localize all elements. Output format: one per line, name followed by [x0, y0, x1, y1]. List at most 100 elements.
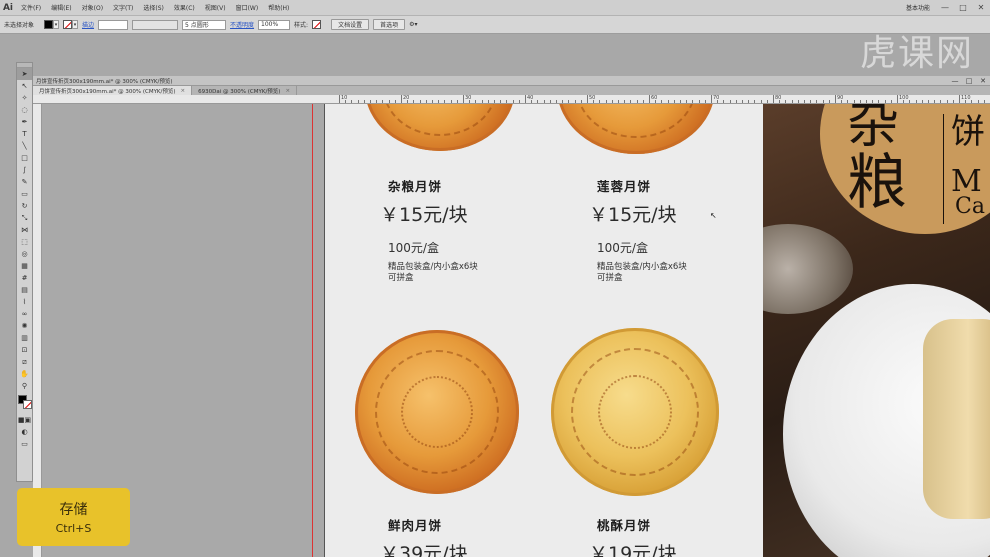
pencil-tool-icon[interactable]: ✎ [17, 176, 32, 188]
pen-tool-icon[interactable]: ✒ [17, 116, 32, 128]
magic-wand-tool-icon[interactable]: ✧ [17, 92, 32, 104]
ruler-minor-tick [636, 100, 638, 103]
selection-tool-icon[interactable]: ➤ [17, 68, 32, 80]
close-icon[interactable]: ✕ [972, 0, 990, 16]
restore-icon[interactable]: □ [962, 77, 976, 85]
product-card[interactable]: 莲蓉月饼 ￥15元/块 100元/盒 精品包装盒/内小盒x6块 可拼盒 [589, 176, 687, 284]
shape-builder-tool-icon[interactable]: ◎ [17, 248, 32, 260]
preferences-button[interactable]: 首选项 [373, 19, 406, 30]
type-tool-icon[interactable]: T [17, 128, 32, 140]
free-transform-tool-icon[interactable]: ⬚ [17, 236, 32, 248]
mooncake-image[interactable] [551, 328, 719, 496]
stroke-swatch[interactable] [63, 20, 73, 29]
zoom-tool-icon[interactable]: ⚲ [17, 380, 32, 392]
ruler-minor-tick [903, 100, 905, 103]
lasso-tool-icon[interactable]: ◌ [17, 104, 32, 116]
paintbrush-tool-icon[interactable]: ∫ [17, 164, 32, 176]
maximize-icon[interactable]: □ [954, 0, 972, 16]
document-setup-button[interactable]: 文档设置 [331, 19, 370, 30]
ruler-minor-tick [686, 100, 688, 103]
gradient-tool-icon[interactable]: ▤ [17, 284, 32, 296]
mooncake-image[interactable] [557, 104, 715, 154]
menu-view[interactable]: 视图(V) [200, 3, 231, 12]
graphic-style-swatch[interactable] [312, 20, 322, 29]
ruler-minor-tick [928, 100, 929, 103]
mooncake-photo[interactable]: 杂 粮 饼 M Ca [763, 104, 990, 557]
eraser-tool-icon[interactable]: ▭ [17, 188, 32, 200]
fill-swatch[interactable] [44, 20, 54, 29]
close-icon[interactable]: × [285, 88, 290, 94]
ruler-minor-tick [816, 100, 818, 103]
product-card[interactable]: 杂粮月饼 ￥15元/块 100元/盒 精品包装盒/内小盒x6块 可拼盒 [380, 176, 478, 284]
arrange-icon[interactable]: ⚙▾ [409, 19, 417, 30]
app-logo: Ai [2, 2, 14, 13]
artboard[interactable]: 杂粮月饼 ￥15元/块 100元/盒 精品包装盒/内小盒x6块 可拼盒 莲蓉月饼… [324, 104, 990, 557]
column-graph-tool-icon[interactable]: ▥ [17, 332, 32, 344]
tab-mooncake-brochure[interactable]: 月饼宣传折页300x190mm.ai* @ 300% (CMYK/预览) × [33, 86, 193, 95]
chevron-down-icon[interactable]: ▾ [72, 20, 79, 29]
menu-window[interactable]: 窗口(W) [231, 3, 264, 12]
ruler-major-tick [587, 95, 588, 103]
opacity-panel-link[interactable]: 不透明度 [230, 19, 254, 30]
ruler-minor-tick [543, 100, 545, 103]
ruler-minor-tick [717, 100, 719, 103]
menu-file[interactable]: 文件(F) [16, 3, 46, 12]
mooncake-image[interactable] [355, 330, 519, 494]
stroke-panel-link[interactable]: 描边 [82, 19, 94, 30]
product-card[interactable]: 鲜肉月饼 ￥39元/块 [380, 515, 468, 557]
mesh-tool-icon[interactable]: # [17, 272, 32, 284]
color-mode-icons[interactable]: ■▣ [17, 414, 32, 426]
menu-object[interactable]: 对象(O) [77, 3, 108, 12]
ruler-minor-tick [345, 100, 347, 103]
eyedropper-tool-icon[interactable]: ⌇ [17, 296, 32, 308]
variable-width-field[interactable] [132, 19, 179, 30]
rectangle-tool-icon[interactable]: □ [17, 152, 32, 164]
mooncake-image[interactable] [365, 104, 515, 151]
ruler-minor-tick [618, 100, 619, 103]
tab-second-document[interactable]: 6930Dai @ 300% (CMYK/预览) × [192, 86, 298, 95]
line-tool-icon[interactable]: ╲ [17, 140, 32, 152]
blend-tool-icon[interactable]: ∞ [17, 308, 32, 320]
workspace-switcher[interactable]: 基本功能 [900, 3, 936, 12]
menu-select[interactable]: 选择(S) [138, 3, 169, 12]
tab-label: 6930Dai @ 300% (CMYK/预览) [198, 88, 281, 95]
width-tool-icon[interactable]: ⋈ [17, 224, 32, 236]
minimize-icon[interactable]: — [948, 77, 962, 85]
ruler-minor-tick [983, 100, 985, 103]
fill-stroke-control[interactable] [17, 394, 32, 414]
ruler-minor-tick [760, 100, 762, 103]
menu-edit[interactable]: 编辑(E) [46, 3, 76, 12]
ruler-minor-tick [952, 100, 954, 103]
slice-tool-icon[interactable]: ⧄ [17, 356, 32, 368]
ruler-minor-tick [611, 100, 613, 103]
brush-value[interactable]: 5 点圆形 [185, 20, 209, 29]
ruler-minor-tick [605, 100, 607, 103]
chevron-down-icon[interactable]: ▾ [53, 20, 60, 29]
draw-mode-icon[interactable]: ◐ [17, 426, 32, 438]
opacity-value[interactable]: 100% [261, 21, 278, 28]
perspective-grid-tool-icon[interactable]: ▦ [17, 260, 32, 272]
menu-effect[interactable]: 效果(C) [169, 3, 200, 12]
stroke-color-swatch[interactable] [23, 400, 32, 409]
stroke-weight-field[interactable] [98, 19, 129, 30]
artboard-tool-icon[interactable]: ⊡ [17, 344, 32, 356]
rotate-tool-icon[interactable]: ↻ [17, 200, 32, 212]
ruler-minor-tick [456, 100, 458, 103]
menu-type[interactable]: 文字(T) [108, 3, 138, 12]
direct-selection-tool-icon[interactable]: ↖ [17, 80, 32, 92]
pasteboard[interactable]: 杂粮月饼 ￥15元/块 100元/盒 精品包装盒/内小盒x6块 可拼盒 莲蓉月饼… [42, 104, 990, 557]
ruler-minor-tick [822, 100, 824, 103]
ruler-minor-tick [376, 100, 378, 103]
scale-tool-icon[interactable]: ⤡ [17, 212, 32, 224]
minimize-icon[interactable]: — [936, 0, 954, 16]
tools-panel: ➤ ↖ ✧ ◌ ✒ T ╲ □ ∫ ✎ ▭ ↻ ⤡ ⋈ ⬚ ◎ ▦ # ▤ ⌇ … [16, 62, 33, 482]
menu-help[interactable]: 帮助(H) [263, 3, 294, 12]
close-icon[interactable]: × [181, 88, 186, 94]
symbol-sprayer-tool-icon[interactable]: ✺ [17, 320, 32, 332]
hand-tool-icon[interactable]: ✋ [17, 368, 32, 380]
mouse-cursor-icon: ↖ [710, 211, 717, 220]
screen-mode-icon[interactable]: ▭ [17, 438, 32, 450]
close-icon[interactable]: ✕ [976, 77, 990, 85]
horizontal-ruler[interactable]: 102030405060708090100110120 [33, 95, 990, 104]
product-card[interactable]: 桃酥月饼 ￥19元/块 [589, 515, 677, 557]
